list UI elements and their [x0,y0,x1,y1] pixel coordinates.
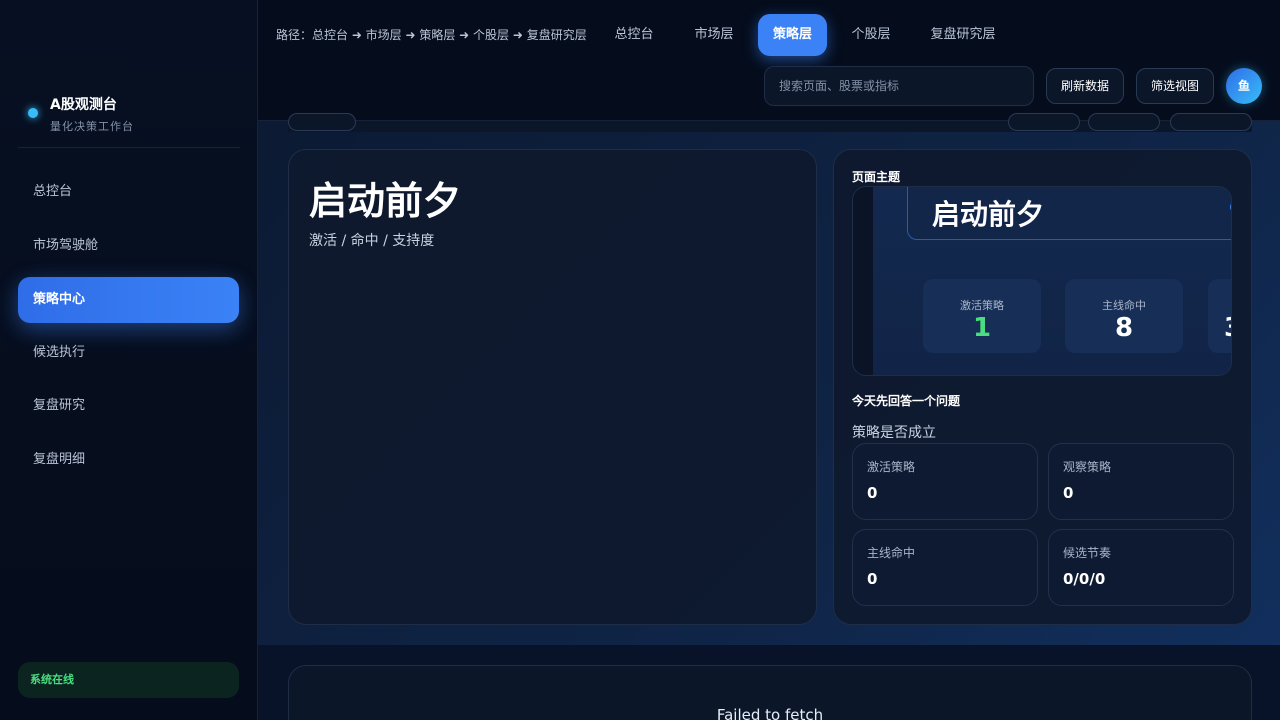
preview-stat-label: 激活策略 [960,299,1004,312]
avatar[interactable]: 鱼 [1226,68,1262,104]
tab-strategy[interactable]: 策略层 [758,14,827,56]
error-card: Failed to fetch [288,665,1252,720]
preview-stat-card: 3 [1208,279,1231,353]
preview-stat-card: 激活策略 1 [923,279,1041,353]
stat-card-watch-strategy: 观察策略 0 [1048,443,1234,520]
stat-value: 0/0/0 [1063,570,1106,588]
stat-card-candidate-rhythm: 候选节奏 0/0/0 [1048,529,1234,606]
page-title: 启动前夕 [309,179,462,223]
stat-value: 0 [867,484,878,502]
question-heading: 今天先回答一个问题 [852,394,961,408]
toolbar-chip[interactable] [1008,113,1080,131]
preview-title: 启动前夕 [932,198,1045,231]
toolbar-chip[interactable] [1088,113,1160,131]
preview-stat-value: 3 [1208,313,1231,343]
stat-label: 候选节奏 [1063,546,1112,560]
preview-sidebar [853,187,873,375]
preview-stat-card: 主线命中 8 [1065,279,1183,353]
collapsed-toolbar [288,113,1252,132]
toolbar-chip[interactable] [1170,113,1252,131]
sidebar-item-candidate-execution[interactable]: 候选执行 [18,330,239,376]
error-message: Failed to fetch [716,706,824,720]
tab-stock[interactable]: 个股层 [838,14,904,56]
breadcrumb: 路径：总控台 ➜ 市场层 ➜ 策略层 ➜ 个股层 ➜ 复盘研究层 [276,28,587,42]
preview-stat-value: 1 [972,313,992,343]
page-subtitle: 激活 / 命中 / 支持度 [309,233,435,249]
main-content: 启动前夕 激活 / 命中 / 支持度 页面主题 启动前夕 激活策略 1 主线命中… [258,113,1280,720]
preview-stat-value: 8 [1114,313,1134,343]
hero-card: 启动前夕 激活 / 命中 / 支持度 [288,149,817,625]
topbar: 路径：总控台 ➜ 市场层 ➜ 策略层 ➜ 个股层 ➜ 复盘研究层 总控台 市场层… [258,0,1280,121]
refresh-button[interactable]: 刷新数据 [1046,68,1124,104]
search-input[interactable] [764,66,1034,106]
sidebar-item-strategy-center[interactable]: 策略中心 [18,277,239,323]
sidebar-item-market-cockpit[interactable]: 市场驾驶舱 [18,223,239,269]
stat-value: 0 [1063,484,1074,502]
brand: A股观测台 量化决策工作台 [18,90,240,148]
toolbar-chip[interactable] [288,113,356,131]
toggle-icon [1230,201,1231,213]
tab-market[interactable]: 市场层 [678,14,750,56]
sidebar-item-review-research[interactable]: 复盘研究 [18,383,239,429]
stat-card-mainline-hit: 主线命中 0 [852,529,1038,606]
sidebar-item-review-detail[interactable]: 复盘明细 [18,437,239,483]
theme-preview[interactable]: 启动前夕 激活策略 1 主线命中 8 3 [852,186,1232,376]
brand-title: A股观测台 [50,97,117,113]
tab-dashboard[interactable]: 总控台 [598,14,670,56]
brand-subtitle: 量化决策工作台 [50,120,134,133]
sidebar: A股观测台 量化决策工作台 总控台 市场驾驶舱 策略中心 候选执行 复盘研究 复… [0,0,258,720]
sidebar-item-dashboard[interactable]: 总控台 [18,169,239,215]
stat-label: 主线命中 [867,546,916,560]
stat-label: 激活策略 [867,460,916,474]
preview-stat-label: 主线命中 [1102,299,1146,312]
question-subtitle: 策略是否成立 [852,425,936,441]
stat-value: 0 [867,570,878,588]
preview-header: 启动前夕 [907,187,1231,240]
theme-panel: 页面主题 启动前夕 激活策略 1 主线命中 8 3 今天先回答一个问题 策略是否… [833,149,1252,625]
brand-dot-icon [28,108,38,118]
filter-view-button[interactable]: 筛选视图 [1136,68,1214,104]
theme-label: 页面主题 [852,170,901,184]
stat-label: 观察策略 [1063,460,1112,474]
stat-card-active-strategy: 激活策略 0 [852,443,1038,520]
system-status-badge: 系统在线 [18,662,239,698]
tab-review-research[interactable]: 复盘研究层 [918,14,1008,56]
